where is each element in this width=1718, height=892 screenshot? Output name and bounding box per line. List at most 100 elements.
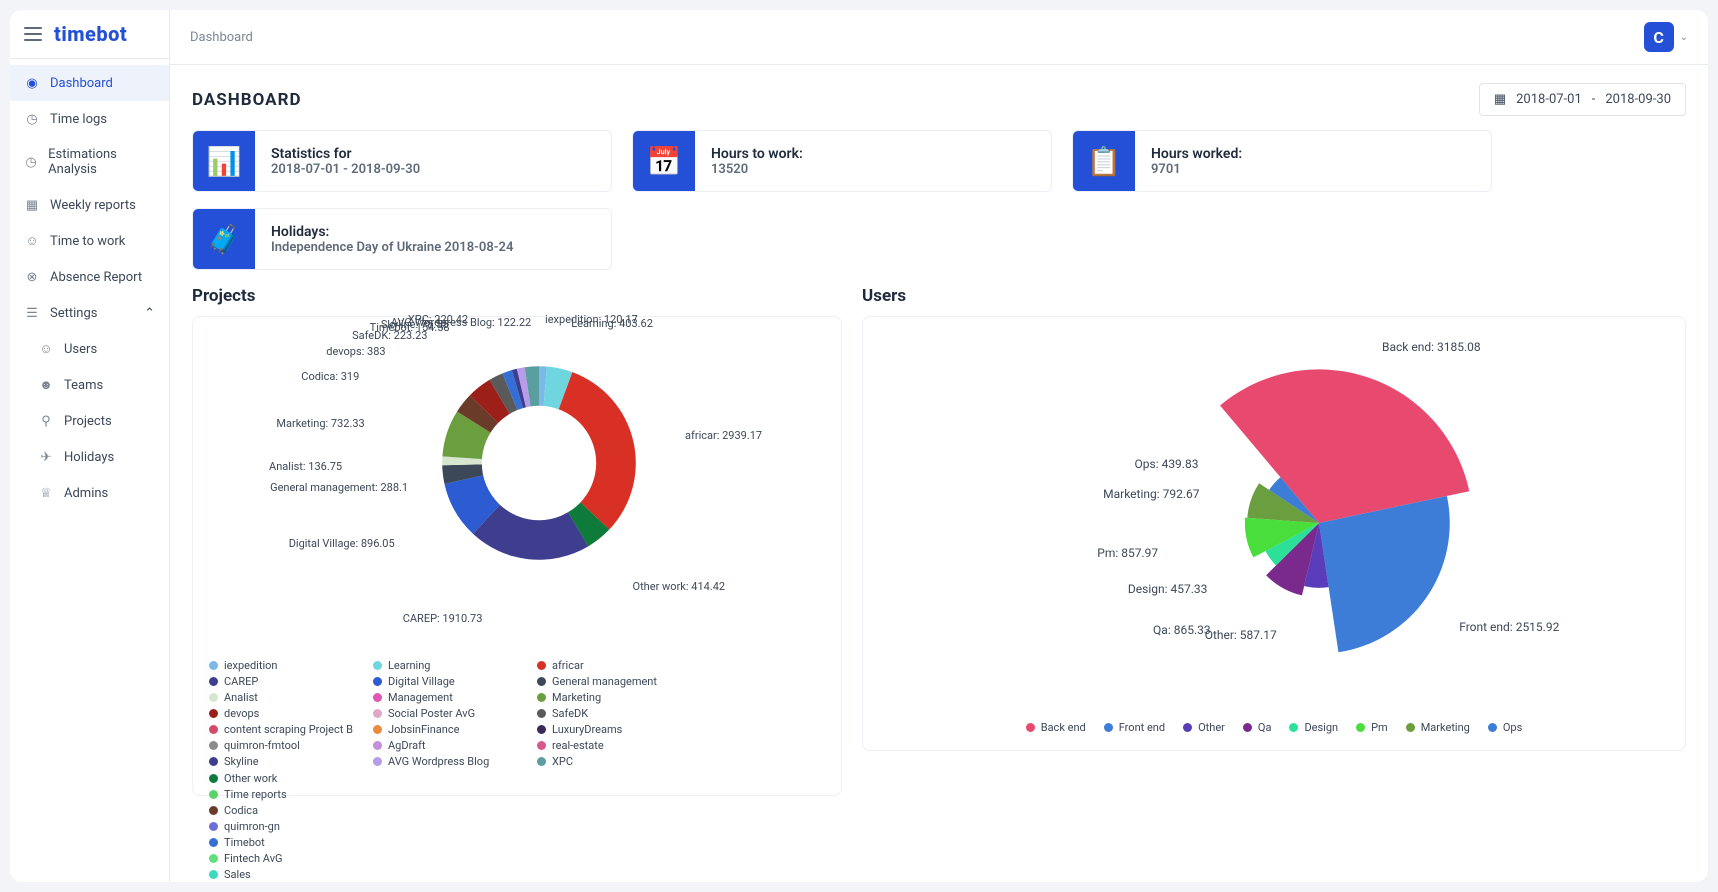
legend-item[interactable]: Skyline: [209, 755, 359, 768]
legend-item[interactable]: Back end: [1026, 721, 1086, 734]
legend-item[interactable]: Digital Village: [373, 675, 523, 688]
chart-label: devops: 383: [326, 345, 385, 358]
legend-item[interactable]: Front end: [1104, 721, 1165, 734]
legend-item[interactable]: AgDraft: [373, 739, 523, 752]
legend-item[interactable]: LuxuryDreams: [537, 723, 687, 736]
sidebar: timebot ◉Dashboard ◷Time logs ◷Estimatio…: [10, 10, 170, 882]
legend-item[interactable]: quimron-gn: [209, 820, 359, 833]
nav-projects[interactable]: ⚲Projects: [10, 403, 169, 439]
pin-icon: ⚲: [38, 413, 54, 429]
nav-absence[interactable]: ⊗Absence Report: [10, 259, 169, 295]
chart-label: Design: 457.33: [1128, 582, 1207, 596]
user-icon: ☺: [24, 233, 40, 249]
legend-item[interactable]: quimron-fmtool: [209, 739, 359, 752]
chart-label: Learning: 403.62: [571, 317, 653, 330]
clock-icon: ◷: [24, 111, 40, 127]
legend-item[interactable]: Marketing: [1406, 721, 1470, 734]
crown-icon: ♕: [38, 485, 54, 501]
gauge-icon: ◉: [24, 75, 40, 91]
legend-item[interactable]: Analist: [209, 691, 359, 704]
legend-item[interactable]: CAREP: [209, 675, 359, 688]
chart-label: XPC: 220.42: [408, 313, 468, 326]
menu-icon[interactable]: [24, 27, 42, 41]
legend-item[interactable]: Other work: [209, 772, 359, 785]
legend-item[interactable]: XPC: [537, 755, 687, 768]
legend-item[interactable]: Codica: [209, 804, 359, 817]
nav-timelogs[interactable]: ◷Time logs: [10, 101, 169, 137]
legend-item[interactable]: devops: [209, 707, 359, 720]
date-range-picker[interactable]: ▦ 2018-07-01 - 2018-09-30: [1479, 83, 1686, 116]
user-icon: ☺: [38, 341, 54, 357]
projects-title: Projects: [192, 286, 842, 306]
avatar[interactable]: C: [1644, 22, 1674, 52]
chart-label: Marketing: 732.33: [276, 417, 364, 430]
note-icon: 📋: [1073, 131, 1135, 191]
stat-statistics: 📊Statistics for2018-07-01 - 2018-09-30: [192, 130, 612, 192]
legend-item[interactable]: iexpedition: [209, 659, 359, 672]
page-title: DASHBOARD: [192, 90, 302, 110]
stat-hours-worked: 📋Hours worked:9701: [1072, 130, 1492, 192]
users-pie-chart: Back end: 3185.08Front end: 2515.92Other…: [879, 333, 1669, 713]
nav-weekly[interactable]: ▦Weekly reports: [10, 187, 169, 223]
legend-item[interactable]: Pm: [1356, 721, 1388, 734]
nav-dashboard[interactable]: ◉Dashboard: [10, 65, 169, 101]
nav-teams[interactable]: ☻Teams: [10, 367, 169, 403]
legend-item[interactable]: Qa: [1243, 721, 1272, 734]
legend-item[interactable]: Marketing: [537, 691, 687, 704]
chart-icon: 📊: [193, 131, 255, 191]
legend-item[interactable]: General management: [537, 675, 687, 688]
x-circle-icon: ⊗: [24, 269, 40, 285]
app-logo: timebot: [54, 22, 127, 46]
calendar-icon: 📅: [633, 131, 695, 191]
legend-item[interactable]: SafeDK: [537, 707, 687, 720]
chart-label: Pm: 857.97: [1097, 546, 1158, 560]
chart-label: Marketing: 792.67: [1103, 487, 1199, 501]
legend-item[interactable]: Management: [373, 691, 523, 704]
topbar: Dashboard C ⌄: [170, 10, 1708, 65]
breadcrumb: Dashboard: [190, 30, 253, 45]
nav-settings[interactable]: ☰Settings⌃: [10, 295, 169, 331]
palm-icon: ✈: [38, 449, 54, 465]
chevron-up-icon: ⌃: [144, 306, 155, 321]
content: DASHBOARD ▦ 2018-07-01 - 2018-09-30 📊Sta…: [170, 65, 1708, 882]
chart-label: General management: 288.1: [270, 481, 408, 494]
chart-label: Qa: 865.33: [1153, 623, 1211, 637]
nav-users[interactable]: ☺Users: [10, 331, 169, 367]
legend-item[interactable]: AVG Wordpress Blog: [373, 755, 523, 768]
users-title: Users: [862, 286, 1686, 306]
legend-item[interactable]: Fintech AvG: [209, 852, 359, 865]
clock-icon: ◷: [24, 154, 38, 170]
legend-item[interactable]: Ops: [1488, 721, 1522, 734]
chart-label: Other work: 414.42: [633, 580, 726, 593]
legend-item[interactable]: Other: [1183, 721, 1225, 734]
chevron-down-icon[interactable]: ⌄: [1680, 32, 1688, 43]
projects-chart-section: Projects iexpedition: 120.17Learning: 40…: [192, 286, 842, 796]
stat-hours-to-work: 📅Hours to work:13520: [632, 130, 1052, 192]
legend-item[interactable]: Sales: [209, 868, 359, 881]
bag-icon: 🧳: [193, 209, 255, 269]
chart-label: Codica: 319: [301, 370, 359, 383]
chart-label: Digital Village: 896.05: [289, 537, 395, 550]
legend-item[interactable]: content scraping Project B: [209, 723, 359, 736]
chart-label: africar: 2939.17: [685, 429, 762, 442]
nav-timetowork[interactable]: ☺Time to work: [10, 223, 169, 259]
legend-item[interactable]: Timebot: [209, 836, 359, 849]
chart-label: Analist: 136.75: [269, 460, 342, 473]
nav-estimations[interactable]: ◷Estimations Analysis: [10, 137, 169, 187]
main: Dashboard C ⌄ DASHBOARD ▦ 2018-07-01 - 2…: [170, 10, 1708, 882]
legend-item[interactable]: Time reports: [209, 788, 359, 801]
legend-item[interactable]: real-estate: [537, 739, 687, 752]
users-chart-section: Users Back end: 3185.08Front end: 2515.9…: [862, 286, 1686, 796]
legend-item[interactable]: Social Poster AvG: [373, 707, 523, 720]
legend-item[interactable]: Learning: [373, 659, 523, 672]
legend-item[interactable]: africar: [537, 659, 687, 672]
legend-item[interactable]: JobsinFinance: [373, 723, 523, 736]
projects-legend: iexpedition CAREP Analist devops content scr…: [209, 659, 825, 779]
chart-label: Ops: 439.83: [1135, 457, 1199, 471]
legend-item[interactable]: Design: [1289, 721, 1338, 734]
chart-label: Other: 587.17: [1205, 628, 1277, 642]
calendar-icon: ▦: [1494, 92, 1506, 107]
nav-admins[interactable]: ♕Admins: [10, 475, 169, 511]
users-legend: Back end Front end Other Qa Design Pm Marketin…: [879, 721, 1669, 734]
nav-holidays[interactable]: ✈Holidays: [10, 439, 169, 475]
